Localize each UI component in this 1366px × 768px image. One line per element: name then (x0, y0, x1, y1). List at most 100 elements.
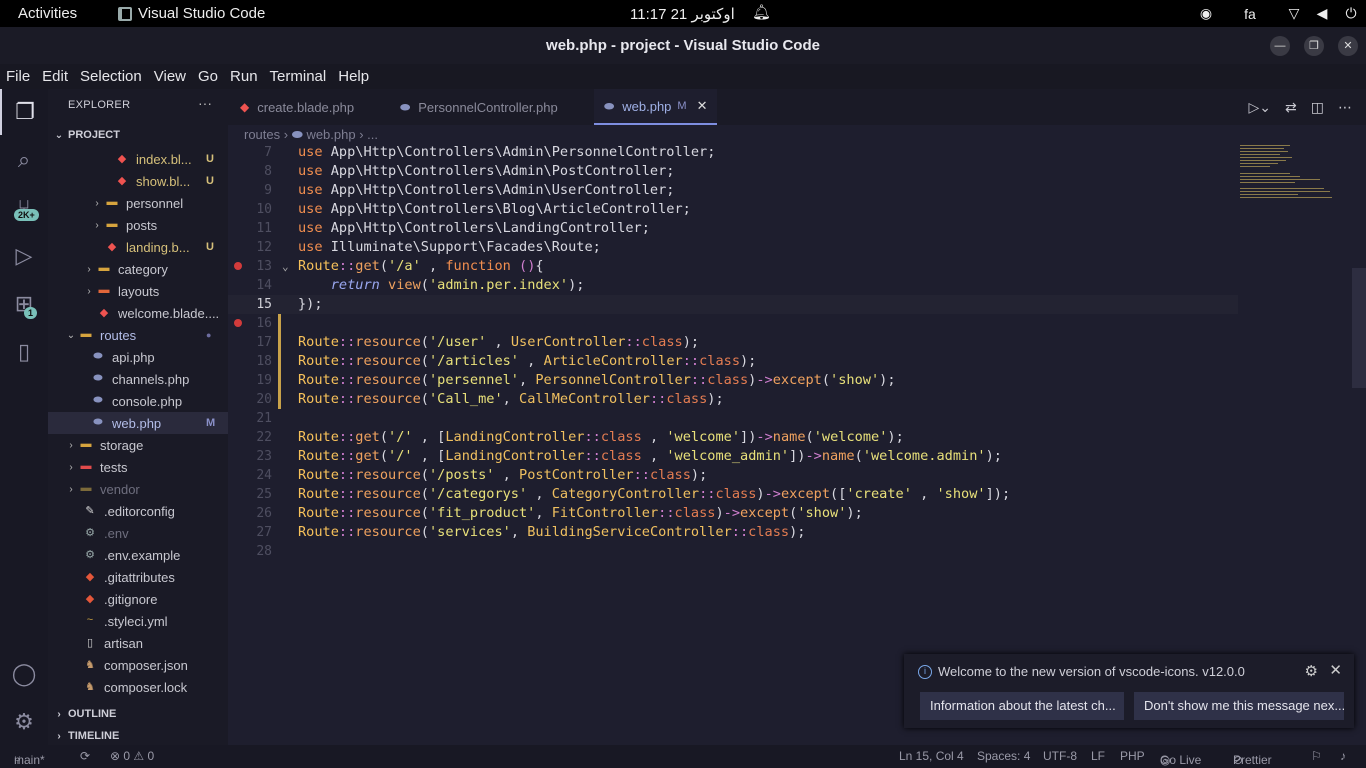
folder-layouts[interactable]: › ▬ layouts (48, 280, 228, 302)
manage-gear-icon[interactable]: ⚙ (0, 699, 48, 745)
minimap[interactable] (1234, 143, 1354, 203)
cursor-position[interactable]: Ln 15, Col 4 (899, 749, 964, 763)
file-env-example[interactable]: ⚙ .env.example (48, 544, 228, 566)
fold-chevron-icon[interactable]: ⌄ (282, 257, 289, 276)
power-icon[interactable]: ⏻ (1336, 5, 1366, 22)
notifications-bell-icon[interactable]: ♪ (1340, 749, 1346, 763)
folder-vendor[interactable]: › ▬ vendor (48, 478, 228, 500)
volume-icon[interactable]: ◀ (1308, 5, 1336, 22)
app-menu[interactable]: Visual Studio Code (118, 5, 265, 22)
file-composer-lock[interactable]: ♞ composer.lock (48, 676, 228, 698)
extensions-icon[interactable]: ⊞ 1 (0, 281, 48, 327)
file-gitignore[interactable]: ◆ .gitignore (48, 588, 228, 610)
end-of-line[interactable]: LF (1091, 749, 1105, 763)
folder-category[interactable]: › ▬ category (48, 258, 228, 280)
code-line: 14 return view('admin.per.index'); (228, 276, 1238, 295)
remote-explorer-icon[interactable]: ▯ (0, 329, 48, 375)
feedback-icon[interactable]: ⚐ (1311, 749, 1322, 763)
menu-edit[interactable]: Edit (42, 68, 68, 85)
editor-scrollbar[interactable] (1352, 268, 1366, 388)
breadcrumb-symbol[interactable]: ... (367, 127, 378, 142)
close-icon[interactable]: ✕ (1329, 661, 1342, 679)
folder-posts[interactable]: › ▬ posts (48, 214, 228, 236)
file-landing-blade[interactable]: ◆ landing.b... U (48, 236, 228, 258)
folder-routes[interactable]: ⌄ ▬ routes ● (48, 324, 228, 346)
menu-help[interactable]: Help (338, 68, 369, 85)
file-welcome-blade[interactable]: ◆ welcome.blade.... (48, 302, 228, 324)
network-icon[interactable]: ▽ (1280, 5, 1308, 22)
indentation[interactable]: Spaces: 4 (977, 749, 1030, 763)
modified-indicator: M (677, 100, 687, 112)
run-debug-icon[interactable]: ▷ (0, 233, 48, 279)
search-icon[interactable]: ⌕ (0, 137, 48, 183)
dont-show-again-button[interactable]: Don't show me this message nex... (1134, 692, 1344, 720)
code-line: 26 Route::resource('fit_product', FitCont… (228, 504, 1238, 523)
minimize-button[interactable]: — (1270, 36, 1290, 56)
file-styleci[interactable]: ~ .styleci.yml (48, 610, 228, 632)
file-api-php[interactable]: ⬬ api.php (48, 346, 228, 368)
git-status: U (206, 241, 214, 253)
file-show-blade[interactable]: ◆ show.bl... U (48, 170, 228, 192)
folder-storage[interactable]: › ▬ storage (48, 434, 228, 456)
menu-view[interactable]: View (154, 68, 186, 85)
menu-run[interactable]: Run (230, 68, 258, 85)
tab-personnel-controller[interactable]: ⬬ PersonnelController.php (390, 89, 568, 125)
maximize-button[interactable]: ❐ (1304, 36, 1324, 56)
menu-selection[interactable]: Selection (80, 68, 142, 85)
language-mode[interactable]: PHP (1120, 749, 1145, 763)
timeline-section[interactable]: › TIMELINE (48, 725, 228, 747)
menu-go[interactable]: Go (198, 68, 218, 85)
file-artisan[interactable]: ▯ artisan (48, 632, 228, 654)
clock[interactable]: 11:17 21 اوکتوبر (630, 5, 735, 23)
activities-button[interactable]: Activities (18, 5, 77, 22)
file-editorconfig[interactable]: ✎ .editorconfig (48, 500, 228, 522)
notification-toast: i Welcome to the new version of vscode-i… (904, 654, 1354, 728)
code-line: 27 Route::resource('services', BuildingSe… (228, 523, 1238, 542)
composer-icon: ♞ (85, 659, 95, 671)
menu-file[interactable]: File (6, 68, 30, 85)
more-actions-icon[interactable]: ··· (198, 95, 212, 111)
code-line: 23 Route::get('/' , [LandingController::c… (228, 447, 1238, 466)
file-channels-php[interactable]: ⬬ channels.php (48, 368, 228, 390)
file-index-blade[interactable]: ◆ index.bl... U (48, 148, 228, 170)
file-console-php[interactable]: ⬬ console.php (48, 390, 228, 412)
source-control-icon[interactable]: ⑂ 2K+ (0, 185, 48, 231)
tab-web-php[interactable]: ⬬ web.php M ✕ (594, 89, 718, 125)
sync-icon[interactable]: ⟳ (80, 749, 90, 763)
compare-icon[interactable]: ⇄ (1285, 99, 1297, 116)
window-title: web.php - project - Visual Studio Code (546, 37, 820, 54)
explorer-icon[interactable]: ❐ (0, 89, 48, 135)
explorer-title: EXPLORER (68, 99, 131, 111)
folder-personnel[interactable]: › ▬ personnel (48, 192, 228, 214)
project-section[interactable]: ⌄ PROJECT (48, 124, 228, 146)
encoding[interactable]: UTF-8 (1043, 749, 1077, 763)
line-number: 21 (256, 411, 272, 426)
outline-section[interactable]: › OUTLINE (48, 703, 228, 725)
folder-icon: ▬ (80, 482, 92, 494)
account-icon[interactable]: ◯ (0, 651, 48, 697)
run-icon[interactable]: ▷⌄ (1249, 99, 1272, 116)
folder-tests[interactable]: › ▬ tests (48, 456, 228, 478)
close-window-button[interactable]: ✕ (1338, 36, 1358, 56)
file-env[interactable]: ⚙ .env (48, 522, 228, 544)
chrome-icon[interactable]: ◉ (1192, 5, 1220, 22)
more-icon[interactable]: ⋯ (1338, 99, 1352, 116)
breadcrumb: routes › ⬬ web.php › ... (244, 127, 378, 142)
tab-create-blade[interactable]: ◆ create.blade.php (230, 89, 364, 125)
close-tab-icon[interactable]: ✕ (697, 98, 708, 114)
explorer-sidebar: EXPLORER ··· ⌄ PROJECT ◆ index.bl... U ◆… (48, 89, 228, 745)
bell-icon[interactable]: 🔔︎ (752, 3, 771, 21)
file-composer-json[interactable]: ♞ composer.json (48, 654, 228, 676)
problems-indicator[interactable]: ⊗ 0 ⚠ 0 (110, 749, 154, 763)
gear-icon[interactable]: ⚙ (1305, 662, 1318, 680)
tree-item-label: tests (100, 459, 128, 475)
breadcrumb-routes[interactable]: routes (244, 127, 280, 142)
tree-item-label: landing.b... (126, 239, 190, 255)
file-web-php[interactable]: ⬬ web.php M (48, 412, 228, 434)
breadcrumb-file[interactable]: web.php (306, 127, 355, 142)
info-latest-changes-button[interactable]: Information about the latest ch... (920, 692, 1124, 720)
split-editor-icon[interactable]: ◫ (1311, 99, 1324, 116)
file-gitattributes[interactable]: ◆ .gitattributes (48, 566, 228, 588)
keyboard-layout[interactable]: fa (1220, 6, 1280, 22)
menu-terminal[interactable]: Terminal (270, 68, 327, 85)
